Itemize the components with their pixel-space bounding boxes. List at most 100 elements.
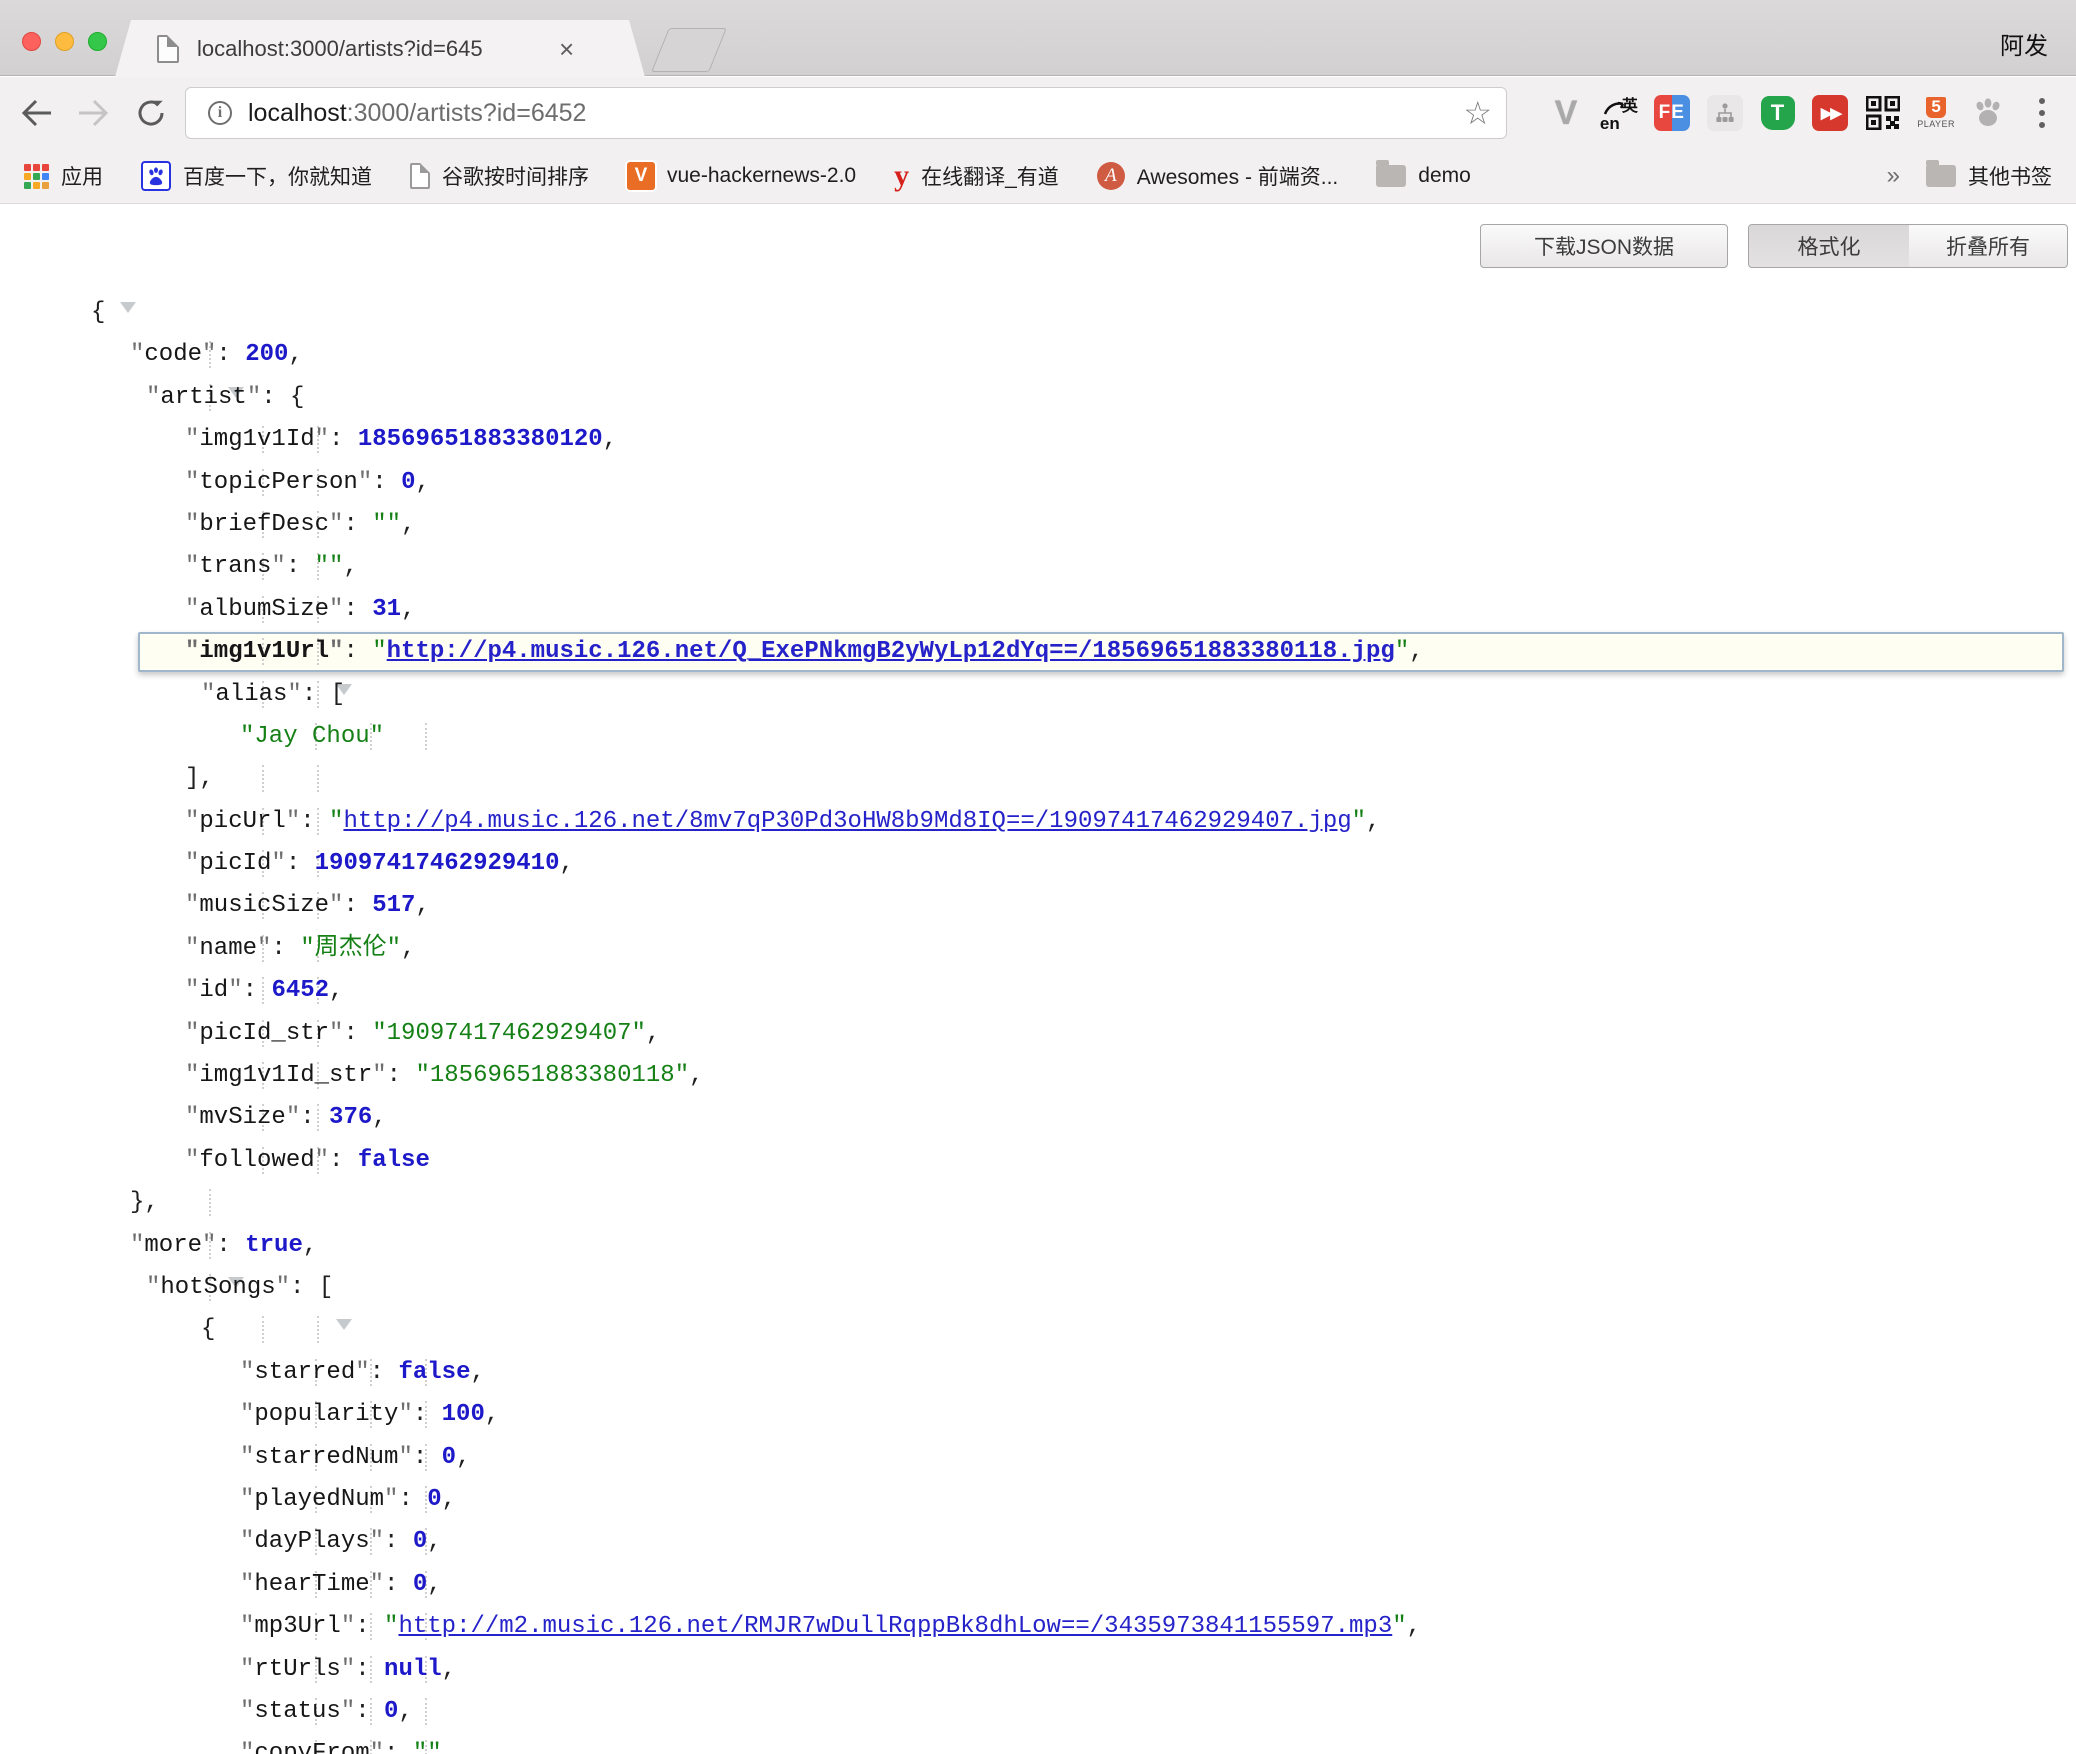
json-key: "hearTime" [240,1571,384,1598]
json-line: "copyFrom": "", [0,1733,2076,1754]
json-key: "briefDesc" [185,511,343,538]
tab-strip: localhost:3000/artists?id=645 × 阿发 [0,0,2076,76]
json-key: "code" [130,341,216,368]
zoom-window-button[interactable] [88,32,107,51]
json-punctuation: : [286,553,315,580]
json-punctuation: : [372,469,401,496]
json-punctuation: ], [185,765,214,792]
format-button[interactable]: 格式化 [1748,224,1910,268]
tab-close-icon[interactable]: × [559,36,574,62]
translate-extension-icon[interactable]: 英 en [1599,93,1639,133]
json-key: "name" [185,935,271,962]
json-key: "picId_str" [185,1020,343,1047]
forward-arrow-icon [79,101,106,125]
bookmark-star-icon[interactable]: ☆ [1463,94,1492,132]
json-value: 517 [372,892,415,919]
vue-devtools-icon[interactable]: V [1546,93,1586,133]
fe-extension-icon[interactable]: FE [1652,93,1692,133]
json-url-link[interactable]: http://m2.music.126.net/RMJR7wDullRqppBk… [398,1613,1392,1640]
bookmark-youdao[interactable]: y 在线翻译_有道 [894,159,1059,193]
json-url-link[interactable]: http://p4.music.126.net/8mv7qP30Pd3oHW8b… [343,808,1351,835]
json-key: "mp3Url" [240,1613,355,1640]
minimize-window-button[interactable] [55,32,74,51]
json-line: ], [0,758,2076,800]
json-punctuation: , [415,892,429,919]
json-key: "followed" [185,1147,329,1174]
apps-grid-icon [24,164,49,189]
json-line: { [0,292,2076,334]
reload-button[interactable] [128,77,174,149]
indent-guide [317,765,319,792]
other-bookmarks-folder[interactable]: 其他书签 [1926,161,2052,191]
json-punctuation: : [271,935,300,962]
bookmark-vue-hackernews[interactable]: V vue-hackernews-2.0 [627,162,856,190]
forward-button[interactable] [70,77,116,149]
bookmark-folder-demo[interactable]: demo [1376,164,1471,188]
qr-code-extension-icon[interactable] [1863,93,1903,133]
json-punctuation: , [689,1062,703,1089]
json-line: "dayPlays": 0, [0,1521,2076,1563]
json-string: "" [413,1740,442,1754]
json-line: "hearTime": 0, [0,1564,2076,1606]
address-bar[interactable]: i localhost:3000/artists?id=6452 ☆ [185,87,1507,139]
json-punctuation: , [303,1232,317,1259]
json-punctuation: : [300,808,329,835]
back-button[interactable] [14,77,60,149]
json-punctuation: , [1407,1613,1421,1640]
json-punctuation: : [355,1698,384,1725]
json-punctuation: : [286,850,315,877]
json-line: "alias": [ [0,674,2076,716]
reload-icon [135,97,167,129]
json-line: "topicPerson": 0, [0,462,2076,504]
tampermonkey-icon[interactable]: T [1758,93,1798,133]
json-punctuation: : [ [302,681,345,708]
collapse-all-button[interactable]: 折叠所有 [1909,224,2068,268]
json-line: "mp3Url": "http://m2.music.126.net/RMJR7… [0,1606,2076,1648]
profile-name[interactable]: 阿发 [2000,26,2048,61]
new-tab-button[interactable] [651,28,727,72]
json-value: 0 [401,469,415,496]
json-punctuation: { [201,1316,215,1343]
json-key: "artist" [146,384,261,411]
browser-tab[interactable]: localhost:3000/artists?id=645 × [115,20,645,77]
json-url-link[interactable]: http://p4.music.126.net/Q_ExePNkmgB2yWyL… [387,638,1395,665]
json-value: 6452 [271,977,329,1004]
json-punctuation: : { [261,384,304,411]
json-value: 0 [413,1528,427,1555]
json-line: "code": 200, [0,334,2076,376]
paw-extension-icon[interactable] [1969,93,2009,133]
json-key: "dayPlays" [240,1528,384,1555]
json-key: "topicPerson" [185,469,372,496]
json-punctuation: , [603,426,617,453]
download-json-button[interactable]: 下载JSON数据 [1480,224,1728,268]
json-punctuation: : [413,1444,442,1471]
json-punctuation: : [343,638,372,665]
json-key: "starredNum" [240,1444,413,1471]
bookmark-apps[interactable]: 应用 [24,161,103,191]
json-punctuation: : [329,1147,358,1174]
json-punctuation: : [398,1486,427,1513]
bookmarks-overflow-chevron[interactable]: » [1887,162,1900,190]
html5-player-extension-icon[interactable]: 5 PLAYER [1916,93,1956,133]
bookmark-awesomes[interactable]: A Awesomes - 前端资... [1097,161,1339,191]
window-controls [22,32,107,51]
fast-forward-extension-icon[interactable]: ▶▶ [1810,93,1850,133]
page-info-icon[interactable]: i [208,101,232,125]
json-line: "popularity": 100, [0,1394,2076,1436]
json-key: "id" [185,977,243,1004]
tab-title: localhost:3000/artists?id=645 [197,36,549,62]
close-window-button[interactable] [22,32,41,51]
json-value: 0 [442,1444,456,1471]
json-punctuation: : [343,1020,372,1047]
json-key: "status" [240,1698,355,1725]
json-punctuation: : [216,341,245,368]
youdao-icon: y [894,159,909,193]
sitemap-extension-icon[interactable] [1705,93,1745,133]
json-line: }, [0,1182,2076,1224]
bookmark-baidu[interactable]: 百度一下，你就知道 [141,161,372,191]
browser-menu-icon[interactable] [2022,93,2062,133]
json-line: "albumSize": 31, [0,589,2076,631]
json-line: "img1v1Id_str": "18569651883380118", [0,1055,2076,1097]
json-string: "18569651883380118" [415,1062,689,1089]
bookmark-google-time[interactable]: 谷歌按时间排序 [410,161,589,191]
